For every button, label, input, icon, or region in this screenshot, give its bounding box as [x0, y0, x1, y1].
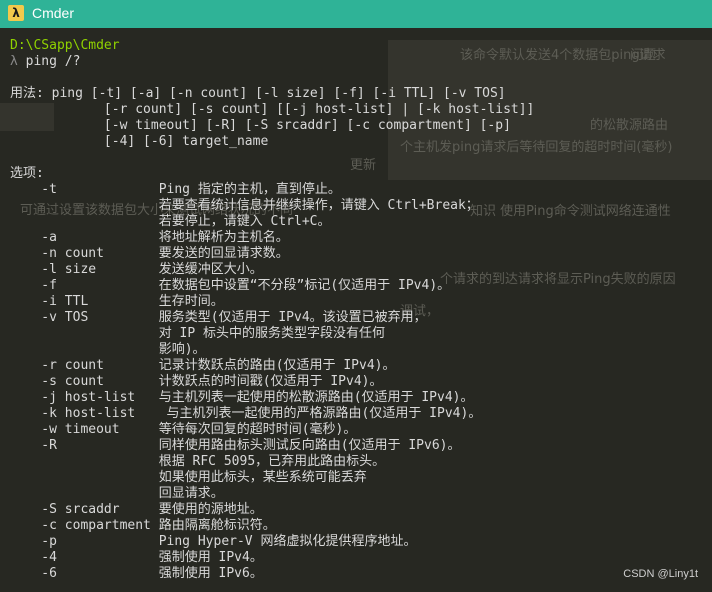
terminal-line: -w timeout 等待每次回复的超时时间(毫秒)。: [10, 422, 357, 437]
terminal-line: 对 IP 标头中的服务类型字段没有任何: [10, 326, 386, 341]
terminal-line: -r count 记录计数跃点的路由(仅适用于 IPv4)。: [10, 358, 396, 373]
terminal-line: -v TOS 服务类型(仅适用于 IPv4。该设置已被弃用，: [10, 310, 427, 325]
terminal-line: -t Ping 指定的主机，直到停止。: [10, 182, 341, 197]
background-text: 的松散源路由: [590, 118, 669, 133]
prompt-line: λ ping /?: [10, 54, 80, 70]
terminal-line: -R 同样使用路由标头测试反向路由(仅适用于 IPv6)。: [10, 438, 461, 453]
terminal-line: -f 在数据包中设置“不分段”标记(仅适用于 IPv4)。: [10, 278, 451, 293]
terminal-line: -S srcaddr 要使用的源地址。: [10, 502, 263, 517]
background-text: 更新: [350, 158, 377, 173]
cmder-lambda-icon: λ: [8, 5, 24, 21]
terminal-line: [-4] [-6] target_name: [10, 134, 269, 149]
terminal-line: -n count 要发送的回显请求数。: [10, 246, 289, 261]
current-path: D:\CSapp\Cmder: [10, 38, 120, 53]
terminal-line: -l size 发送缓冲区大小。: [10, 262, 263, 277]
terminal-output[interactable]: 该命令默认发送4个数据包ping请求 问题 个主机发ping请求后等待回复的超时…: [0, 28, 712, 592]
background-text: 个请求的到达请求将显示Ping失败的原因: [440, 272, 676, 287]
terminal-line: -j host-list 与主机列表一起使用的松散源路由(仅适用于 IPv4)。: [10, 390, 474, 405]
terminal-line: 若要查看统计信息并继续操作，请键入 Ctrl+Break；: [10, 198, 479, 213]
window-title: Cmder: [32, 5, 75, 21]
window-title-bar[interactable]: λ Cmder: [0, 0, 712, 28]
command-text: ping /?: [25, 54, 81, 69]
terminal-line: 选项:: [10, 166, 44, 181]
terminal-line: -k host-list 与主机列表一起使用的严格源路由(仅适用于 IPv4)。: [10, 406, 482, 421]
terminal-line: -6 强制使用 IPv6。: [10, 566, 263, 581]
terminal-line: -i TTL 生存时间。: [10, 294, 224, 309]
terminal-line: 用法: ping [-t] [-a] [-n count] [-l size] …: [10, 86, 506, 101]
terminal-line: -a 将地址解析为主机名。: [10, 230, 289, 245]
background-text: 问题: [630, 48, 657, 63]
terminal-line: 影响)。: [10, 342, 206, 357]
terminal-line: 回显请求。: [10, 486, 224, 501]
background-text: 知识 使用Ping命令测试网络连通性: [470, 204, 671, 219]
terminal-line: [-w timeout] [-R] [-S srcaddr] [-c compa…: [10, 118, 511, 133]
terminal-line: -s count 计数跃点的时间戳(仅适用于 IPv4)。: [10, 374, 383, 389]
terminal-line: 若要停止，请键入 Ctrl+C。: [10, 214, 331, 229]
prompt-lambda-icon: λ: [10, 54, 18, 69]
background-text: 个主机发ping请求后等待回复的超时时间(毫秒): [400, 140, 673, 155]
csdn-watermark: CSDN @Liny1t: [623, 568, 698, 580]
terminal-line: [-r count] [-s count] [[-j host-list] | …: [10, 102, 535, 117]
terminal-line: -c compartment 路由隔离舱标识符。: [10, 518, 276, 533]
terminal-line: 如果使用此标头，某些系统可能丢弃: [10, 470, 367, 485]
terminal-line: -4 强制使用 IPv4。: [10, 550, 263, 565]
terminal-line: -p Ping Hyper-V 网络虚拟化提供程序地址。: [10, 534, 417, 549]
terminal-line: 根据 RFC 5095，已弃用此路由标头。: [10, 454, 386, 469]
